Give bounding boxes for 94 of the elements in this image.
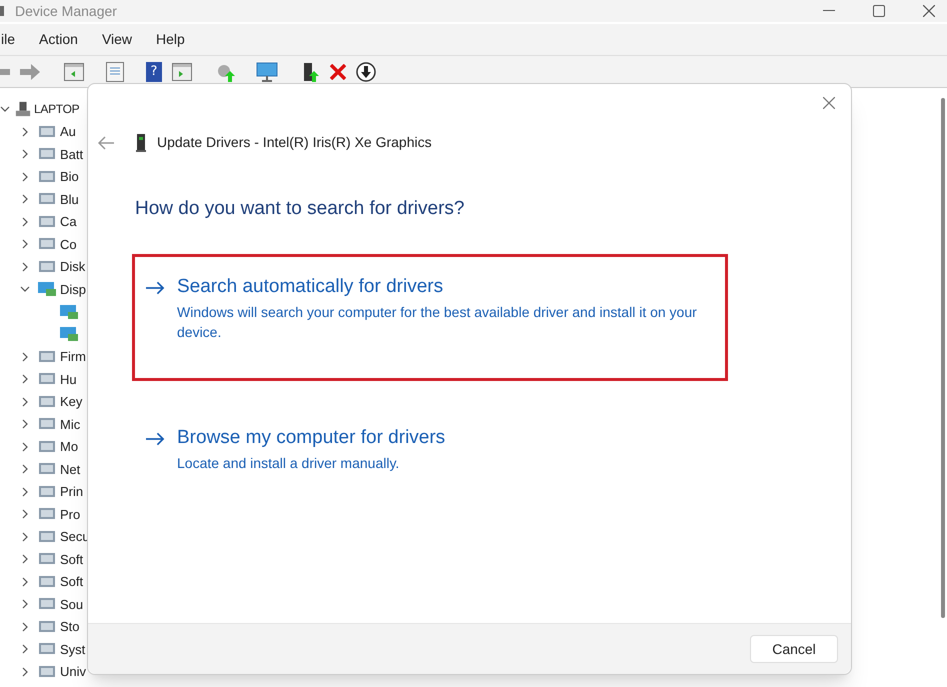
option-title: Search automatically for drivers (177, 274, 444, 298)
tree-item[interactable]: Sto (60, 617, 80, 636)
graphics-card-icon (136, 134, 146, 152)
device-icon (38, 528, 56, 545)
tree-item[interactable]: Disk (60, 257, 86, 276)
arrow-right-icon (146, 432, 165, 446)
device-icon (38, 664, 56, 680)
chevron-right-icon[interactable] (20, 239, 30, 250)
tree-item[interactable]: LAPTOP (34, 100, 80, 118)
monitor-icon[interactable] (256, 62, 278, 82)
tree-item[interactable]: Pro (60, 504, 80, 524)
driver-option[interactable]: Search automatically for drivers Windows will search your computer for the best available driver and install it on your device. (132, 254, 728, 380)
menu-item[interactable]: View (102, 29, 132, 50)
chevron-right-icon[interactable] (20, 149, 30, 160)
close-icon[interactable] (823, 97, 835, 109)
tree-item[interactable]: Mo (60, 437, 78, 456)
chevron-right-icon[interactable] (20, 464, 30, 474)
chevron-right-icon[interactable] (20, 442, 30, 452)
chevron-right-icon[interactable] (20, 419, 30, 430)
tree-item[interactable]: Batt (60, 144, 84, 164)
chevron-right-icon[interactable] (20, 576, 30, 587)
forward-arrow-icon[interactable] (20, 64, 40, 80)
device-icon (38, 394, 56, 410)
chevron-right-icon[interactable] (20, 644, 30, 654)
menu-item[interactable]: Action (39, 29, 78, 50)
tree-item[interactable]: Univ (60, 662, 86, 682)
tree-item[interactable]: Net (60, 460, 80, 479)
device-icon (38, 168, 56, 185)
device-icon (38, 574, 56, 590)
document-icon[interactable] (106, 62, 124, 82)
tree-item[interactable]: Sou (60, 594, 84, 614)
chevron-right-icon[interactable] (20, 554, 30, 564)
menu-item[interactable]: ile (1, 29, 16, 50)
device-update-icon[interactable] (302, 62, 320, 82)
tree-item[interactable]: Prin (60, 482, 84, 502)
device-icon (38, 124, 56, 140)
chevron-right-icon[interactable] (20, 666, 30, 677)
tree-item[interactable]: Bio (60, 167, 79, 186)
tree-item[interactable]: Ca (60, 212, 77, 232)
display-adapter-icon (60, 326, 78, 342)
menu-item[interactable]: Help (156, 29, 185, 50)
tree-item[interactable]: Blu (60, 190, 79, 209)
chevron-right-icon[interactable] (20, 622, 30, 632)
uninstall-x-icon[interactable] (330, 64, 346, 80)
scrollbar[interactable] (941, 98, 945, 618)
tree-item[interactable]: Co (60, 234, 77, 254)
chevron-right-icon[interactable] (20, 352, 30, 362)
chevron-right-icon[interactable] (20, 194, 30, 204)
chevron-right-icon[interactable] (20, 216, 30, 227)
device-icon (38, 348, 56, 365)
chevron-right-icon[interactable] (20, 172, 30, 182)
driver-option[interactable]: Browse my computer for drivers Locate and install a driver manually. (132, 404, 728, 532)
chevron-right-icon[interactable] (20, 532, 30, 542)
device-icon (38, 258, 56, 275)
tree-item[interactable]: Firm (60, 347, 86, 366)
device-icon (38, 438, 56, 455)
window-panel-icon[interactable] (172, 62, 192, 80)
chevron-right-icon[interactable] (20, 374, 30, 384)
option-description: Windows will search your computer for the best available driver and install it on your device. (177, 302, 698, 342)
download-circle-icon[interactable] (356, 62, 376, 82)
tree-item[interactable]: Hu (60, 370, 77, 389)
chevron-right-icon[interactable] (20, 486, 30, 497)
chevron-down-icon[interactable] (0, 104, 10, 114)
display-adapter-icon (60, 304, 78, 320)
chevron-right-icon[interactable] (20, 396, 30, 407)
tree-item[interactable]: Syst (60, 640, 86, 659)
computer-icon (15, 101, 31, 118)
cancel-button[interactable]: Cancel (750, 635, 838, 663)
chevron-right-icon[interactable] (20, 599, 30, 610)
tree-item[interactable]: Disp (60, 280, 86, 299)
help-button[interactable]: ? (146, 62, 162, 82)
minimize-icon[interactable] (823, 10, 835, 12)
tree-item[interactable]: Soft (60, 550, 84, 569)
tree-item[interactable]: Soft (60, 572, 84, 592)
device-icon (38, 214, 56, 230)
device-icon (38, 618, 56, 635)
tree-item[interactable]: Au (60, 122, 76, 142)
close-icon[interactable] (923, 5, 935, 17)
chevron-right-icon[interactable] (20, 262, 30, 272)
option-title: Browse my computer for drivers (177, 426, 446, 450)
chevron-right-icon[interactable] (20, 509, 30, 520)
chevron-right-icon[interactable] (20, 126, 30, 137)
dialog-title: Update Drivers - Intel(R) Iris(R) Xe Graphics (157, 133, 432, 152)
tree-item[interactable]: Mic (60, 414, 80, 434)
dialog-heading: How do you want to search for drivers? (135, 197, 466, 221)
window-title: Device Manager (15, 2, 117, 21)
maximize-icon[interactable] (873, 5, 885, 17)
device-icon (38, 484, 56, 500)
tree-item[interactable]: Key (60, 392, 82, 412)
chevron-down-icon[interactable] (20, 284, 30, 294)
option-description: Locate and install a driver manually. (177, 454, 400, 472)
properties-window-icon[interactable] (64, 62, 84, 80)
display-adapter-icon (38, 281, 56, 298)
arrow-right-icon (146, 280, 165, 294)
